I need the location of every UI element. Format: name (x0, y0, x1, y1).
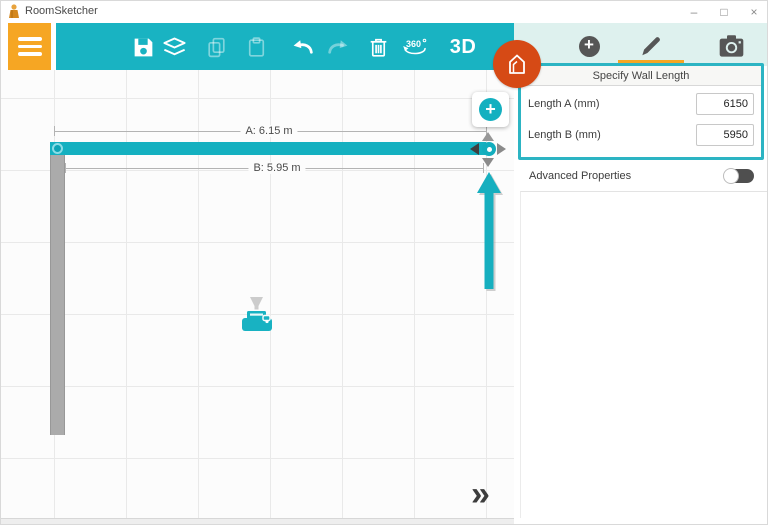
floorplan-canvas[interactable]: A: 6.15 m B: 5.95 m + » (1, 70, 514, 518)
window-title: RoomSketcher (25, 5, 98, 17)
add-wall-button[interactable]: + (472, 92, 509, 127)
paste-button (242, 33, 270, 61)
specify-wall-length-card: Specify Wall Length Length A (mm) Length… (518, 63, 764, 160)
redo-button (325, 33, 353, 61)
levels-button[interactable] (160, 33, 188, 61)
length-b-label: Length B (mm) (528, 128, 601, 141)
tab-camera[interactable] (716, 31, 746, 61)
wall-end-handle[interactable] (482, 142, 496, 156)
camera-position-marker[interactable] (239, 296, 275, 343)
house-icon (509, 54, 525, 74)
menu-button[interactable] (8, 23, 51, 70)
copy-button (202, 33, 230, 61)
panel-tab-bar: + (514, 23, 767, 66)
svg-text:360: 360 (406, 39, 421, 49)
printer-icon (242, 297, 272, 331)
drag-right-arrow-icon[interactable] (497, 143, 506, 155)
drag-up-arrow-icon[interactable] (482, 132, 494, 141)
pencil-icon (642, 37, 660, 56)
drag-down-arrow-icon[interactable] (482, 158, 494, 167)
advanced-properties-label: Advanced Properties (529, 170, 632, 182)
trash-icon (370, 38, 386, 57)
save-button[interactable] (129, 33, 157, 61)
panel-lower-section (520, 191, 767, 518)
close-icon[interactable]: × (747, 5, 761, 19)
hamburger-icon (17, 37, 42, 41)
dimension-a-label: A: 6.15 m (240, 125, 298, 137)
copy-icon (207, 37, 225, 57)
tab-edit-active[interactable] (636, 31, 666, 61)
length-a-label: Length A (mm) (528, 97, 600, 110)
undo-icon (293, 40, 313, 54)
clipboard-icon (248, 36, 264, 57)
plus-circle-icon: + (578, 35, 600, 57)
length-a-input[interactable] (696, 92, 754, 115)
expand-panel-button[interactable]: » (471, 475, 490, 514)
dimension-b-label: B: 5.95 m (248, 162, 306, 174)
length-b-row: Length B (mm) (521, 117, 761, 152)
save-icon (134, 38, 152, 56)
app-logo-icon (8, 4, 21, 19)
window-bottom-edge (1, 518, 514, 524)
delete-button[interactable] (364, 33, 392, 61)
maximize-icon[interactable]: □ (717, 5, 731, 19)
wall-horizontal-selected[interactable] (50, 142, 486, 155)
view-3d-button[interactable]: 3D (446, 33, 480, 61)
home-mode-button[interactable] (493, 40, 541, 88)
length-b-input[interactable] (696, 123, 754, 146)
length-a-row: Length A (mm) (521, 86, 761, 121)
card-title: Specify Wall Length (521, 66, 761, 86)
tab-add-item[interactable]: + (574, 31, 604, 61)
advanced-properties-toggle[interactable] (723, 168, 754, 184)
guide-up-arrow (475, 172, 503, 295)
camera-icon (719, 34, 743, 57)
main-toolbar: 360 3D (56, 23, 514, 70)
title-bar: RoomSketcher – □ × (1, 1, 767, 23)
advanced-properties-row: Advanced Properties (518, 164, 764, 188)
undo-button[interactable] (288, 33, 316, 61)
rotate-360-button[interactable]: 360 (401, 33, 429, 61)
layers-icon (162, 37, 186, 55)
wall-start-handle[interactable] (52, 143, 63, 154)
app-window: RoomSketcher – □ × 360 3D A: 6.15 m B: 5… (0, 0, 768, 525)
wall-vertical[interactable] (50, 155, 65, 435)
redo-icon (328, 40, 348, 54)
rotate-360-icon: 360 (403, 38, 427, 55)
plus-icon: + (479, 98, 502, 121)
drag-left-arrow-icon[interactable] (470, 143, 479, 155)
minimize-icon[interactable]: – (687, 5, 701, 19)
